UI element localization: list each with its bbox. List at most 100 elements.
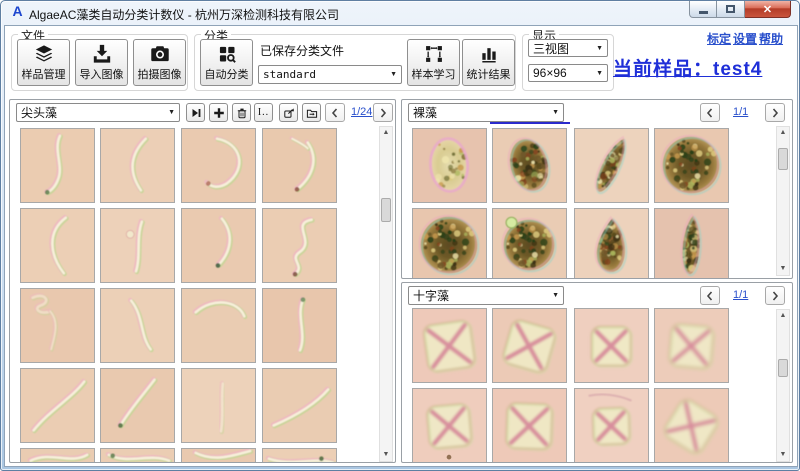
- move-to-folder-button[interactable]: [302, 103, 321, 122]
- sample-manage-button[interactable]: 样品管理: [17, 39, 70, 86]
- import-icon: [91, 44, 113, 64]
- close-button[interactable]: ✕: [745, 1, 791, 18]
- algae-thumbnail[interactable]: [181, 208, 256, 283]
- scroll-down-icon[interactable]: ▼: [380, 449, 392, 461]
- classify-icon: [216, 44, 238, 64]
- next-page-button[interactable]: [373, 103, 393, 122]
- category-select[interactable]: 裸藻 ▼: [408, 103, 564, 122]
- add-button[interactable]: [209, 103, 228, 122]
- category-select[interactable]: 十字藻 ▼: [408, 286, 564, 305]
- algae-thumbnail[interactable]: [492, 128, 567, 203]
- import-images-button[interactable]: 导入图像: [75, 39, 128, 86]
- algae-thumbnail[interactable]: [20, 208, 95, 283]
- algae-thumbnail[interactable]: [262, 128, 337, 203]
- export-icon: [283, 107, 295, 119]
- help-link[interactable]: 帮助: [759, 30, 783, 47]
- category-panel-right-top: 裸藻 ▼ 1/1 ▲ ▼: [401, 99, 793, 279]
- scrollbar-thumb[interactable]: [778, 359, 788, 377]
- chevron-left-icon: [705, 107, 715, 119]
- algae-thumbnail[interactable]: [181, 288, 256, 363]
- settings-link[interactable]: 设置: [733, 30, 757, 47]
- algae-thumbnail[interactable]: [100, 128, 175, 203]
- chevron-down-icon: ▼: [596, 45, 603, 52]
- algae-thumbnail[interactable]: [412, 308, 487, 383]
- algae-thumbnail[interactable]: [492, 208, 567, 279]
- algae-thumbnail[interactable]: [412, 388, 487, 463]
- scroll-up-icon[interactable]: ▲: [777, 127, 789, 139]
- stats-icon: [478, 44, 500, 64]
- delete-button[interactable]: [232, 103, 251, 122]
- prev-page-button[interactable]: [700, 286, 720, 305]
- saved-file-select[interactable]: standard ▼: [258, 65, 402, 84]
- algae-thumbnail[interactable]: [20, 288, 95, 363]
- maximize-button[interactable]: [717, 1, 745, 18]
- minimize-button[interactable]: [689, 1, 717, 18]
- scrollbar-thumb[interactable]: [381, 198, 391, 222]
- prev-page-button[interactable]: [700, 103, 720, 122]
- scroll-down-icon[interactable]: ▼: [777, 263, 789, 275]
- page-indicator[interactable]: 1/1: [733, 289, 748, 301]
- algae-thumbnail[interactable]: [492, 308, 567, 383]
- algae-thumbnail[interactable]: [100, 208, 175, 283]
- chevron-right-icon: [770, 107, 780, 119]
- skip-icon: [190, 107, 202, 119]
- view-mode-select[interactable]: 三视图 ▼: [528, 39, 608, 57]
- layers-icon: [33, 44, 55, 64]
- algae-thumbnail[interactable]: [100, 288, 175, 363]
- algae-thumbnail[interactable]: [262, 448, 337, 463]
- chevron-right-icon: [770, 290, 780, 302]
- capture-images-button[interactable]: 拍摄图像: [133, 39, 186, 86]
- next-page-button[interactable]: [765, 286, 785, 305]
- rename-button[interactable]: I..: [254, 103, 273, 122]
- algae-thumbnail[interactable]: [654, 388, 729, 463]
- current-sample-link[interactable]: 当前样品：test4: [613, 54, 797, 81]
- scrollbar-thumb[interactable]: [778, 148, 788, 170]
- algae-thumbnail[interactable]: [181, 128, 256, 203]
- scroll-up-icon[interactable]: ▲: [777, 310, 789, 322]
- prev-page-button[interactable]: [325, 103, 345, 122]
- algae-thumbnail[interactable]: [412, 128, 487, 203]
- scroll-down-icon[interactable]: ▼: [777, 449, 789, 461]
- vertical-scrollbar[interactable]: ▲ ▼: [379, 126, 393, 462]
- window-title: AlgaeAC藻类自动分类计数仪 - 杭州万深检测科技有限公司: [29, 6, 339, 23]
- algae-thumbnail[interactable]: [262, 208, 337, 283]
- plus-icon: [213, 107, 225, 119]
- algae-thumbnail[interactable]: [20, 128, 95, 203]
- algae-thumbnail[interactable]: [574, 388, 649, 463]
- skip-to-end-button[interactable]: [186, 103, 205, 122]
- category-panel-left: 尖头藻 ▼ I..: [9, 99, 396, 463]
- category-select[interactable]: 尖头藻 ▼: [16, 103, 180, 122]
- algae-thumbnail[interactable]: [654, 128, 729, 203]
- algae-thumbnail[interactable]: [574, 208, 649, 279]
- algae-thumbnail[interactable]: [181, 448, 256, 463]
- vertical-scrollbar[interactable]: ▲ ▼: [776, 309, 790, 462]
- algae-thumbnail[interactable]: [654, 308, 729, 383]
- calibrate-link[interactable]: 标定: [707, 30, 731, 47]
- algae-thumbnail[interactable]: [262, 288, 337, 363]
- algae-thumbnail[interactable]: [181, 368, 256, 443]
- algae-thumbnail[interactable]: [574, 128, 649, 203]
- vertical-scrollbar[interactable]: ▲ ▼: [776, 126, 790, 276]
- stats-result-button[interactable]: 统计结果: [462, 39, 515, 86]
- page-indicator[interactable]: 1/1: [733, 106, 748, 118]
- algae-thumbnail[interactable]: [20, 448, 95, 463]
- chevron-left-icon: [330, 107, 340, 119]
- auto-classify-button[interactable]: 自动分类: [200, 39, 253, 86]
- page-indicator[interactable]: 1/24: [351, 106, 372, 118]
- scroll-up-icon[interactable]: ▲: [380, 127, 392, 139]
- algae-thumbnail[interactable]: [574, 308, 649, 383]
- export-button[interactable]: [279, 103, 298, 122]
- algae-thumbnail[interactable]: [100, 448, 175, 463]
- folder-icon: [306, 107, 318, 119]
- algae-thumbnail[interactable]: [412, 208, 487, 279]
- algae-thumbnail[interactable]: [262, 368, 337, 443]
- algae-thumbnail[interactable]: [20, 368, 95, 443]
- thumb-size-select[interactable]: 96×96 ▼: [528, 64, 608, 82]
- title-bar[interactable]: A AlgaeAC藻类自动分类计数仪 - 杭州万深检测科技有限公司 ✕: [1, 1, 799, 25]
- selected-thumbnail-underline: [490, 122, 570, 124]
- next-page-button[interactable]: [765, 103, 785, 122]
- algae-thumbnail[interactable]: [100, 368, 175, 443]
- algae-thumbnail[interactable]: [492, 388, 567, 463]
- algae-thumbnail[interactable]: [654, 208, 729, 279]
- sample-learn-button[interactable]: 样本学习: [407, 39, 460, 86]
